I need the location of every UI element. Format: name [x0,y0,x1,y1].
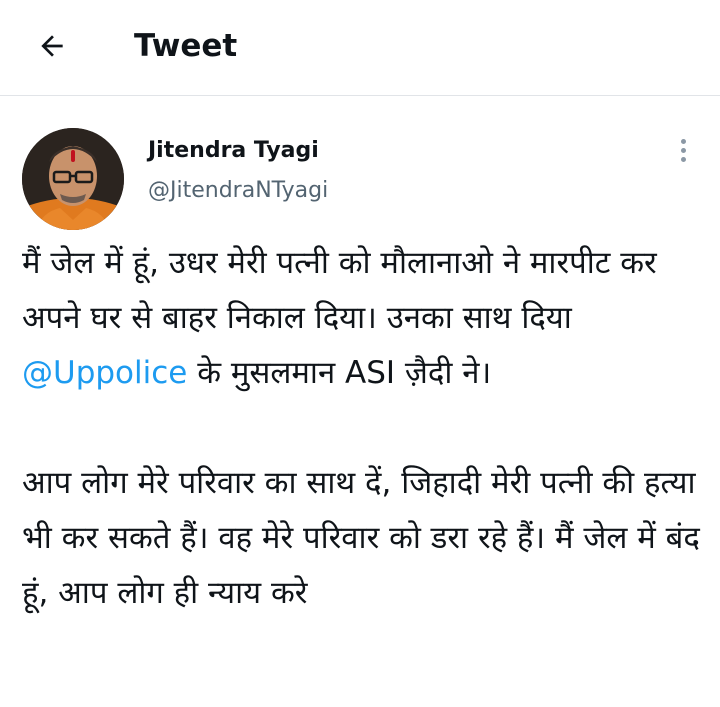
more-vertical-icon [680,138,686,144]
author-handle[interactable]: @JitendraNTyagi [148,176,328,206]
profile-photo [22,128,124,230]
tweet-text-part: के मुसलमान ASI ज़ैदी ने। [187,355,492,391]
mention-link[interactable]: @Uppolice [22,355,187,391]
top-bar: Tweet [0,0,720,96]
more-options-button[interactable] [668,132,698,168]
tweet-text-part: मैं जेल में हूं, उधर मेरी पत्नी को मौलान… [22,245,657,336]
arrow-left-icon [41,35,63,57]
back-button[interactable] [30,24,74,68]
avatar[interactable] [22,128,124,230]
page-title: Tweet [134,28,238,64]
tweet-paragraph: आप लोग मेरे परिवार का साथ दें, जिहादी मे… [22,465,700,611]
author-name[interactable]: Jitendra Tyagi [148,136,319,166]
tweet-text: मैं जेल में हूं, उधर मेरी पत्नी को मौलान… [22,236,712,621]
tweet-paragraph: मैं जेल में हूं, उधर मेरी पत्नी को मौलान… [22,236,712,401]
